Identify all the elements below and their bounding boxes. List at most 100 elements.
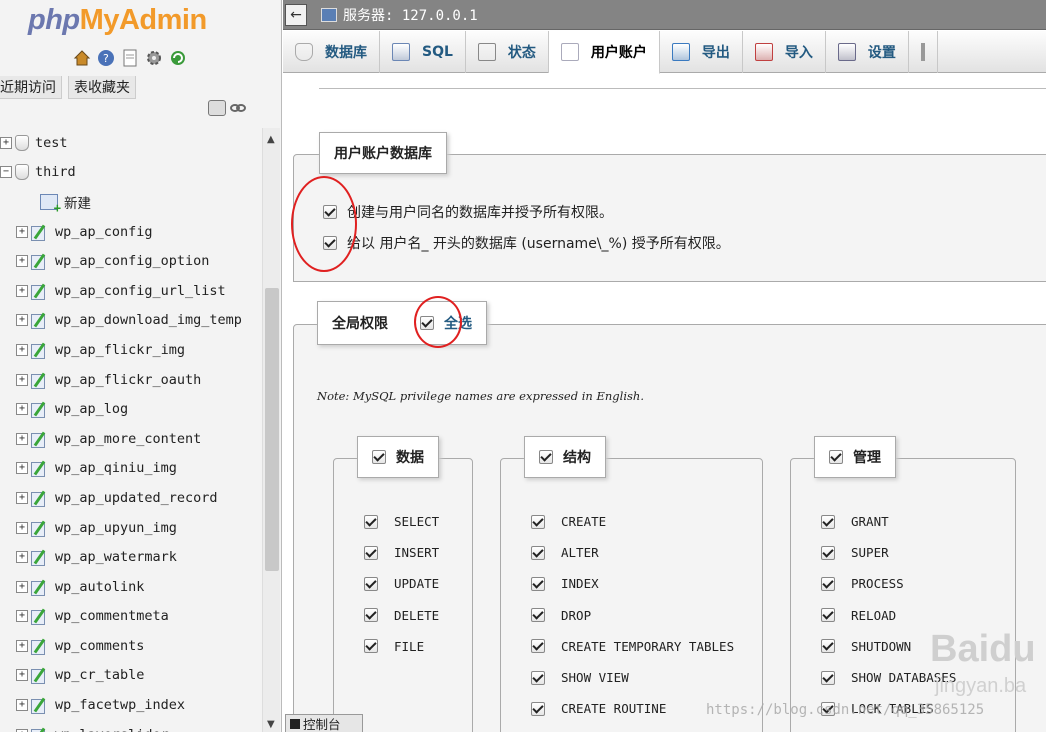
gear-icon[interactable] <box>144 48 164 68</box>
collapse-all-icon[interactable] <box>208 100 226 116</box>
privilege-checkbox[interactable] <box>364 608 378 623</box>
tree-table-item[interactable]: + wp_ap_config_option <box>0 246 262 276</box>
privilege-checkbox[interactable] <box>531 514 545 529</box>
expand-icon[interactable]: + <box>16 314 28 327</box>
expand-icon[interactable]: + <box>16 699 28 712</box>
server-breadcrumb[interactable]: 服务器: 127.0.0.1 <box>321 5 478 25</box>
tree-table-item[interactable]: + wp_commentmeta <box>0 602 262 632</box>
expand-icon[interactable]: + <box>16 491 28 504</box>
privilege-option[interactable]: RELOAD <box>821 608 896 623</box>
privilege-checkbox[interactable] <box>531 670 545 685</box>
privilege-option[interactable]: CREATE ROUTINE <box>531 701 666 716</box>
expand-icon[interactable]: + <box>16 580 28 593</box>
tree-table-item[interactable]: + wp_autolink <box>0 572 262 602</box>
privilege-checkbox[interactable] <box>821 514 835 529</box>
create-same-name-db-option[interactable]: 创建与用户同名的数据库并授予所有权限。 <box>323 202 613 222</box>
tree-new-item[interactable]: 新建 <box>0 187 262 217</box>
tree-table-item[interactable]: + wp_ap_config <box>0 217 262 247</box>
more-menu-icon[interactable] <box>909 31 938 73</box>
privilege-checkbox[interactable] <box>364 576 378 591</box>
group-select-checkbox[interactable] <box>539 450 553 464</box>
tree-table-item[interactable]: + wp_comments <box>0 631 262 661</box>
menu-tab-user-accounts[interactable]: 用户账户 <box>548 31 660 74</box>
privilege-checkbox[interactable] <box>531 701 545 716</box>
menu-tab-import[interactable]: 导入 <box>743 31 826 73</box>
privilege-option[interactable]: DELETE <box>364 608 439 623</box>
privilege-checkbox[interactable] <box>364 639 378 654</box>
privilege-option[interactable]: CREATE TEMPORARY TABLES <box>531 639 734 654</box>
scrollbar-thumb[interactable] <box>265 288 279 571</box>
tree-table-item[interactable]: + wp_ap_updated_record <box>0 483 262 513</box>
scroll-up-icon[interactable]: ▲ <box>267 134 275 145</box>
expand-icon[interactable]: + <box>16 432 28 445</box>
console-toggle[interactable]: 控制台 <box>285 714 363 732</box>
refresh-icon[interactable] <box>168 48 188 68</box>
expand-icon[interactable]: + <box>16 551 28 564</box>
tree-table-item[interactable]: + wp_cr_table <box>0 661 262 691</box>
back-arrow-icon[interactable]: ← <box>285 3 307 26</box>
privilege-option[interactable]: UPDATE <box>364 576 439 591</box>
group-select-checkbox[interactable] <box>829 450 843 464</box>
group-select-checkbox[interactable] <box>372 450 386 464</box>
menu-tab-status[interactable]: 状态 <box>466 31 549 73</box>
tree-table-item[interactable]: + wp_ap_download_img_temp <box>0 306 262 336</box>
tree-database-item[interactable]: − third <box>0 158 262 188</box>
link-icon[interactable] <box>230 100 246 116</box>
privilege-option[interactable]: FILE <box>364 639 424 654</box>
menu-tab-database[interactable]: 数据库 <box>283 31 380 73</box>
expand-icon[interactable]: + <box>16 255 28 268</box>
nav-scrollbar[interactable]: ▲ ▼ <box>262 128 280 732</box>
privilege-checkbox[interactable] <box>821 670 835 685</box>
phpmyadmin-logo[interactable]: phpMyAdmin <box>28 4 207 37</box>
tree-table-item[interactable]: + wp_facetwp_index <box>0 690 262 720</box>
privilege-option[interactable]: INSERT <box>364 545 439 560</box>
favorites-tab[interactable]: 表收藏夹 <box>68 76 136 99</box>
privilege-option[interactable]: GRANT <box>821 514 889 529</box>
menu-tab-export[interactable]: 导出 <box>660 31 743 73</box>
tree-table-item[interactable]: + wp_ap_watermark <box>0 542 262 572</box>
privilege-checkbox[interactable] <box>531 608 545 623</box>
expand-icon[interactable]: + <box>16 610 28 623</box>
expand-icon[interactable]: + <box>16 403 28 416</box>
expand-icon[interactable]: + <box>16 462 28 475</box>
expand-icon[interactable]: + <box>16 669 28 682</box>
expand-icon[interactable]: + <box>16 343 28 356</box>
recent-tab[interactable]: 近期访问 <box>0 76 62 99</box>
privilege-checkbox[interactable] <box>531 545 545 560</box>
privilege-checkbox[interactable] <box>821 545 835 560</box>
scroll-down-icon[interactable]: ▼ <box>267 719 275 730</box>
expand-icon[interactable]: + <box>16 284 28 297</box>
privilege-option[interactable]: SELECT <box>364 514 439 529</box>
privilege-checkbox[interactable] <box>531 576 545 591</box>
privilege-option[interactable]: SUPER <box>821 545 889 560</box>
privilege-checkbox[interactable] <box>821 608 835 623</box>
privilege-option[interactable]: SHUTDOWN <box>821 639 911 654</box>
home-icon[interactable] <box>72 48 92 68</box>
tree-table-item[interactable]: + wp_ap_more_content <box>0 424 262 454</box>
privilege-option[interactable]: DROP <box>531 608 591 623</box>
expand-icon[interactable]: + <box>16 521 28 534</box>
tree-table-item[interactable]: + wp_ap_qiniu_img <box>0 454 262 484</box>
tree-table-item[interactable]: + wp_ap_config_url_list <box>0 276 262 306</box>
privilege-checkbox[interactable] <box>821 576 835 591</box>
menu-tab-settings[interactable]: 设置 <box>826 31 909 73</box>
tree-table-item[interactable]: + wp_ap_flickr_img <box>0 335 262 365</box>
privilege-checkbox[interactable] <box>821 639 835 654</box>
privilege-option[interactable]: CREATE <box>531 514 606 529</box>
grant-prefix-db-option[interactable]: 给以 用户名_ 开头的数据库 (username\_%) 授予所有权限。 <box>323 233 730 253</box>
tree-table-item[interactable]: + wp_ap_flickr_oauth <box>0 365 262 395</box>
privilege-option[interactable]: INDEX <box>531 576 599 591</box>
privilege-option[interactable]: ALTER <box>531 545 599 560</box>
privilege-checkbox[interactable] <box>531 639 545 654</box>
privilege-option[interactable]: SHOW VIEW <box>531 670 629 685</box>
expand-icon[interactable]: + <box>16 639 28 652</box>
expand-icon[interactable]: + <box>0 136 12 149</box>
expand-icon[interactable]: + <box>16 225 28 238</box>
tree-table-item[interactable]: +wp_layerslider <box>0 720 262 732</box>
tree-table-item[interactable]: + wp_ap_log <box>0 394 262 424</box>
collapse-icon[interactable]: − <box>0 166 12 179</box>
expand-icon[interactable]: + <box>16 373 28 386</box>
tree-database-item[interactable]: + test <box>0 128 262 158</box>
tree-table-item[interactable]: + wp_ap_upyun_img <box>0 513 262 543</box>
docs-icon[interactable] <box>120 48 140 68</box>
